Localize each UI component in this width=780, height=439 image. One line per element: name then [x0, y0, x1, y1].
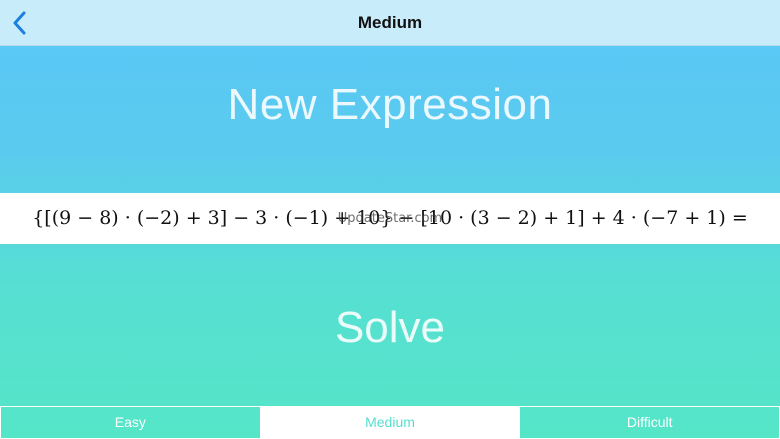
- app-screen: Medium New Expression {[(9 − 8) · (−2) +…: [0, 0, 780, 439]
- difficulty-segmented-control: Easy Medium Difficult: [0, 406, 780, 439]
- navigation-bar: Medium: [0, 0, 780, 46]
- segment-difficult[interactable]: Difficult: [519, 407, 779, 438]
- segment-easy[interactable]: Easy: [1, 407, 260, 438]
- page-title: Medium: [357, 13, 423, 32]
- expression-panel: {[(9 − 8) · (−2) + 3] − 3 · (−1) + 10} −…: [0, 193, 780, 244]
- segment-medium[interactable]: Medium: [259, 407, 520, 438]
- math-expression: {[(9 − 8) · (−2) + 3] − 3 · (−1) + 10} −…: [32, 207, 748, 229]
- chevron-left-icon: [13, 11, 26, 35]
- back-button[interactable]: [4, 4, 42, 42]
- solve-button[interactable]: Solve: [0, 285, 780, 371]
- new-expression-button[interactable]: New Expression: [0, 60, 780, 150]
